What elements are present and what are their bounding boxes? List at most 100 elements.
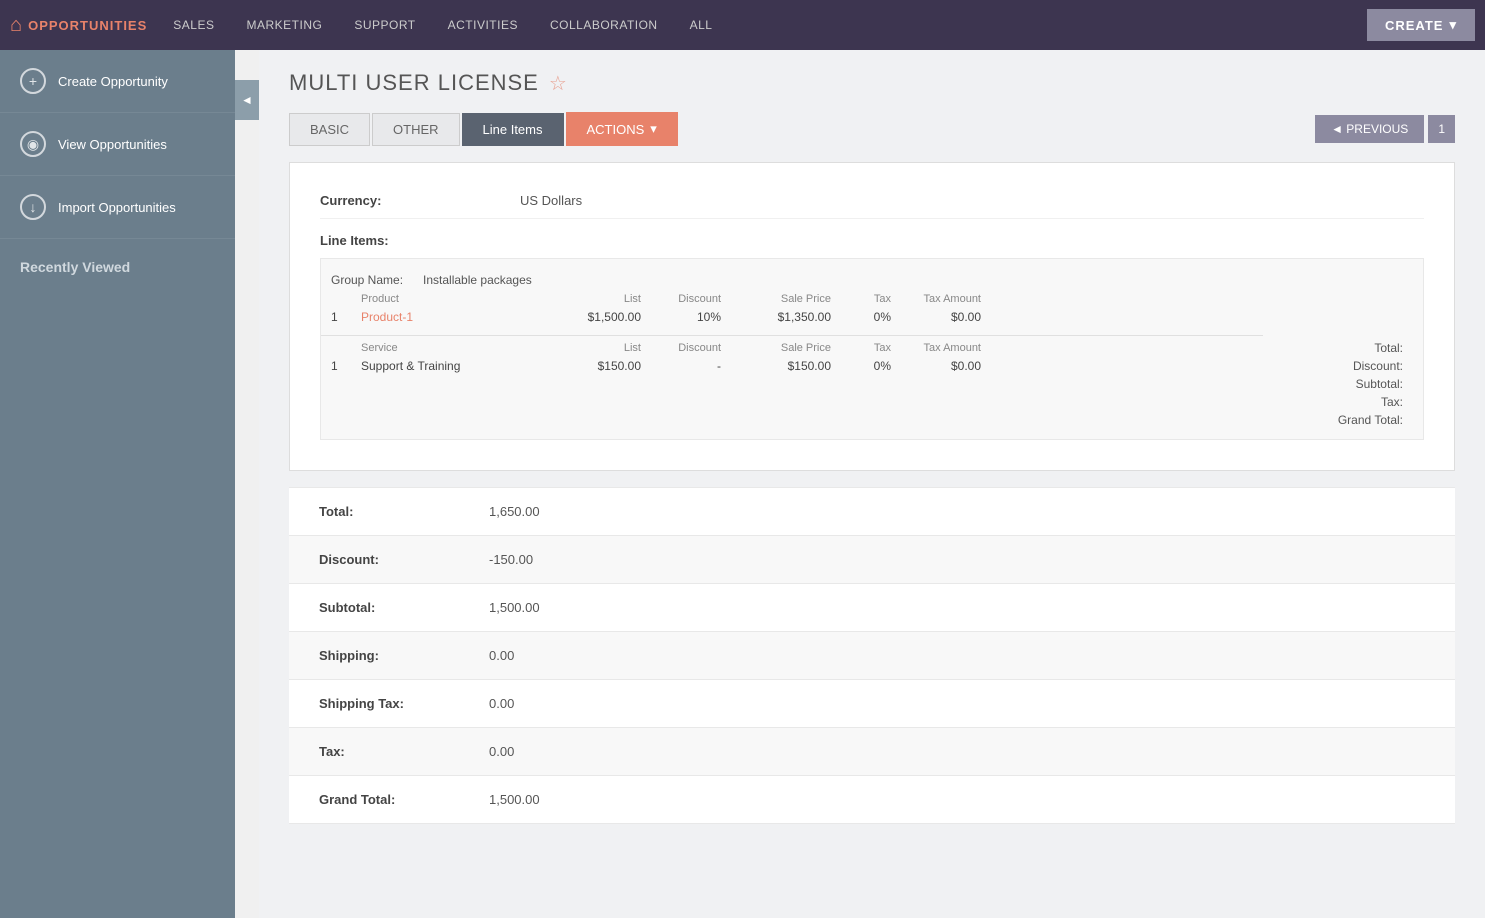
sale-price-col-header: Sale Price xyxy=(721,293,831,305)
content-area: MULTI USER LICENSE ☆ BASIC OTHER Line It… xyxy=(259,50,1485,918)
summary-total-row: Total: 1,650.00 xyxy=(289,487,1455,536)
nav-item-collaboration[interactable]: COLLABORATION xyxy=(534,0,674,50)
tax-amount-col-header: Tax Amount xyxy=(891,293,981,305)
summary-total-label: Total: xyxy=(289,504,489,519)
summary-shipping-value: 0.00 xyxy=(489,648,1455,663)
row1-list: $1,500.00 xyxy=(541,310,641,324)
product-1-link[interactable]: Product-1 xyxy=(361,310,413,324)
nav-item-activities[interactable]: ACTIVITIES xyxy=(432,0,534,50)
main-panel: Currency: US Dollars Line Items: Group N… xyxy=(289,162,1455,471)
tab-other[interactable]: OTHER xyxy=(372,113,460,146)
nav-items: SALES MARKETING SUPPORT ACTIVITIES COLLA… xyxy=(157,0,1367,50)
sidebar-item-view-opportunities[interactable]: ◉ View Opportunities xyxy=(0,113,235,176)
line-items-container: Group Name: Installable packages Product… xyxy=(320,258,1424,440)
summary-grand-total-value: 1,500.00 xyxy=(489,792,1455,807)
create-button[interactable]: CREATE ▾ xyxy=(1367,9,1475,41)
actions-label: ACTIONS xyxy=(587,122,645,137)
service-tax-header: Tax xyxy=(831,342,891,354)
product-col-headers: Product List Discount Sale Price Tax Tax… xyxy=(321,291,1263,307)
currency-label: Currency: xyxy=(320,193,520,208)
dropdown-arrow-icon: ▾ xyxy=(1449,17,1457,33)
service-type-header: Service xyxy=(361,342,541,354)
nav-item-sales[interactable]: SALES xyxy=(157,0,230,50)
currency-value: US Dollars xyxy=(520,193,1424,208)
row1-discount: 10% xyxy=(641,310,721,324)
summary-shipping-tax-row: Shipping Tax: 0.00 xyxy=(289,680,1455,728)
currency-row: Currency: US Dollars xyxy=(320,183,1424,219)
summary-shipping-tax-value: 0.00 xyxy=(489,696,1455,711)
right-discount-label: Discount: xyxy=(1263,357,1403,375)
right-tax-label: Tax: xyxy=(1263,393,1403,411)
row2-list: $150.00 xyxy=(541,359,641,373)
main-layout: + Create Opportunity ◉ View Opportunitie… xyxy=(0,50,1485,918)
star-icon[interactable]: ☆ xyxy=(549,71,568,96)
tab-line-items[interactable]: Line Items xyxy=(462,113,564,146)
previous-button[interactable]: ◄ PREVIOUS xyxy=(1315,115,1424,143)
line-items-header: Line Items: xyxy=(320,219,1424,258)
summary-discount-label: Discount: xyxy=(289,552,489,567)
sidebar-item-create-opportunity[interactable]: + Create Opportunity xyxy=(0,50,235,113)
summary-total-value: 1,650.00 xyxy=(489,504,1455,519)
right-totals: Total: Discount: Subtotal: Tax: Grand To… xyxy=(1263,279,1423,429)
sidebar-item-view-label: View Opportunities xyxy=(58,137,167,152)
service-sale-price-header: Sale Price xyxy=(721,342,831,354)
row2-discount: - xyxy=(641,359,721,373)
service-data-row: 1 Support & Training $150.00 - $150.00 0… xyxy=(321,356,1263,376)
top-nav: ⌂ OPPORTUNITIES SALES MARKETING SUPPORT … xyxy=(0,0,1485,50)
row1-tax-amount: $0.00 xyxy=(891,310,981,324)
page-title-text: MULTI USER LICENSE xyxy=(289,70,539,96)
download-icon: ↓ xyxy=(20,194,46,220)
row1-sale-price: $1,350.00 xyxy=(721,310,831,324)
row2-tax-amount: $0.00 xyxy=(891,359,981,373)
row2-name: Support & Training xyxy=(361,359,541,373)
summary-discount-row: Discount: -150.00 xyxy=(289,536,1455,584)
row2-tax: 0% xyxy=(831,359,891,373)
summary-grand-total-label: Grand Total: xyxy=(289,792,489,807)
summary-discount-value: -150.00 xyxy=(489,552,1455,567)
nav-brand: OPPORTUNITIES xyxy=(28,18,147,33)
summary-grand-total-row: Grand Total: 1,500.00 xyxy=(289,776,1455,824)
tab-actions[interactable]: ACTIONS ▾ xyxy=(566,112,678,146)
nav-item-all[interactable]: ALL xyxy=(674,0,729,50)
qty-col-header xyxy=(331,293,361,305)
summary-tax-value: 0.00 xyxy=(489,744,1455,759)
nav-logo[interactable]: ⌂ OPPORTUNITIES xyxy=(10,14,147,37)
product-col-header: Product xyxy=(361,293,541,305)
group-name-label: Group Name: xyxy=(331,273,403,287)
recently-viewed-title: Recently Viewed xyxy=(0,239,235,283)
summary-subtotal-label: Subtotal: xyxy=(289,600,489,615)
row1-qty: 1 xyxy=(331,310,361,324)
summary-subtotal-row: Subtotal: 1,500.00 xyxy=(289,584,1455,632)
tab-nav-right: ◄ PREVIOUS 1 xyxy=(1315,115,1455,143)
nav-item-support[interactable]: SUPPORT xyxy=(338,0,431,50)
summary-shipping-label: Shipping: xyxy=(289,648,489,663)
home-icon: ⌂ xyxy=(10,14,22,37)
service-col-headers: Service List Discount Sale Price Tax Tax… xyxy=(321,335,1263,356)
summary-section: Total: 1,650.00 Discount: -150.00 Subtot… xyxy=(259,487,1485,854)
nav-item-marketing[interactable]: MARKETING xyxy=(230,0,338,50)
right-grand-total-label: Grand Total: xyxy=(1263,411,1403,429)
group-name-row: Group Name: Installable packages xyxy=(321,269,1263,291)
sidebar-item-create-label: Create Opportunity xyxy=(58,74,168,89)
eye-icon: ◉ xyxy=(20,131,46,157)
group-name-value: Installable packages xyxy=(423,273,532,287)
summary-subtotal-value: 1,500.00 xyxy=(489,600,1455,615)
sidebar-collapse-button[interactable]: ◄ xyxy=(235,80,259,120)
right-total-label: Total: xyxy=(1263,339,1403,357)
summary-shipping-row: Shipping: 0.00 xyxy=(289,632,1455,680)
sidebar-item-import-opportunities[interactable]: ↓ Import Opportunities xyxy=(0,176,235,239)
actions-dropdown-icon: ▾ xyxy=(650,121,657,137)
page-title: MULTI USER LICENSE ☆ xyxy=(289,70,1455,96)
tabs-bar: BASIC OTHER Line Items ACTIONS ▾ ◄ PREVI… xyxy=(259,112,1485,146)
discount-col-header: Discount xyxy=(641,293,721,305)
page-header: MULTI USER LICENSE ☆ xyxy=(259,50,1485,96)
service-tax-amount-header: Tax Amount xyxy=(891,342,981,354)
summary-tax-label: Tax: xyxy=(289,744,489,759)
list-col-header: List xyxy=(541,293,641,305)
tab-basic[interactable]: BASIC xyxy=(289,113,370,146)
row2-qty: 1 xyxy=(331,359,361,373)
summary-tax-row: Tax: 0.00 xyxy=(289,728,1455,776)
service-discount-header: Discount xyxy=(641,342,721,354)
service-list-header: List xyxy=(541,342,641,354)
sidebar-item-import-label: Import Opportunities xyxy=(58,200,176,215)
